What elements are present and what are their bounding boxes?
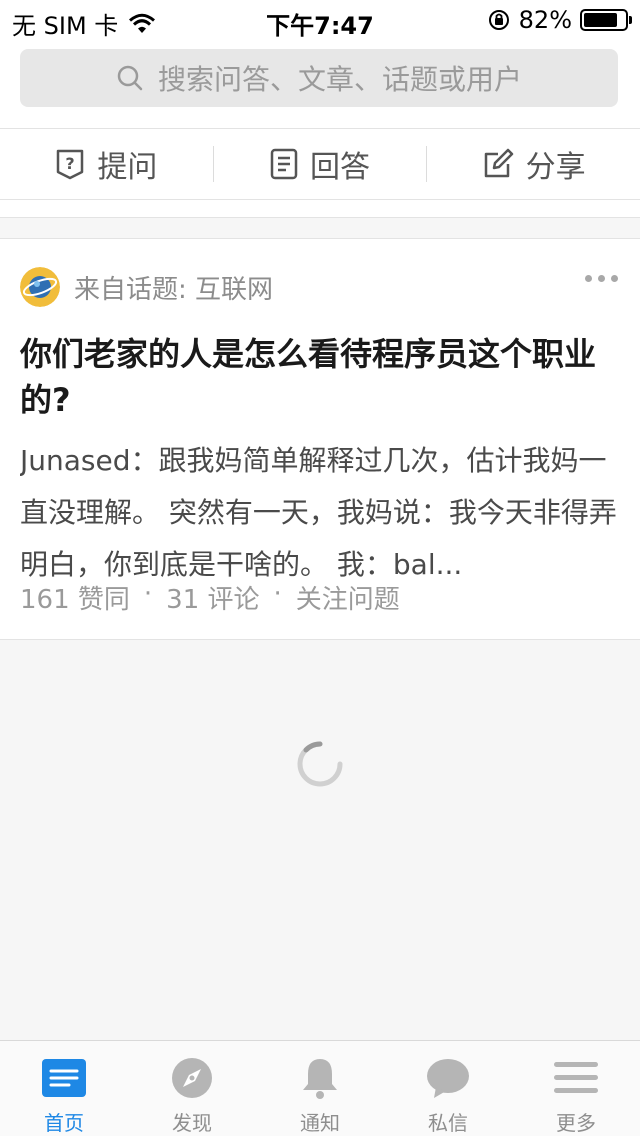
question-icon: ? — [57, 149, 84, 180]
battery-percent: 82% — [518, 6, 572, 34]
globe-topic-icon — [20, 267, 60, 307]
likes-count: 161 赞同 — [20, 585, 130, 615]
answer-excerpt-text: Junased：跟我妈简单解释过几次，估计我妈一直没理解。 突然有一天，我妈说：… — [20, 444, 617, 581]
tab-discover[interactable]: 发现 — [128, 1041, 256, 1136]
question-title[interactable]: 你们老家的人是怎么看待程序员这个职业的? — [20, 331, 620, 423]
compass-icon — [169, 1055, 215, 1101]
tab-more[interactable]: 更多 — [512, 1041, 640, 1136]
topic-avatar — [20, 267, 60, 307]
meta-dot: · — [273, 579, 282, 609]
loading-spinner-icon — [297, 741, 343, 787]
tab-messages-label: 私信 — [428, 1111, 468, 1135]
meta-dot: · — [143, 579, 153, 609]
bell-icon — [297, 1055, 343, 1101]
action-bar: ? 提问 回答 分享 — [0, 128, 640, 200]
answer-label: 回答 — [310, 150, 370, 185]
tab-more-label: 更多 — [556, 1111, 596, 1135]
battery-icon — [580, 9, 632, 31]
search-header: 搜索问答、文章、话题或用户 — [0, 40, 640, 128]
answer-excerpt[interactable]: Junased：跟我妈简单解释过几次，估计我妈一直没理解。 突然有一天，我妈说：… — [20, 435, 620, 591]
divider-strip — [0, 200, 640, 218]
document-icon — [270, 148, 298, 180]
tab-notifications[interactable]: 通知 — [256, 1041, 384, 1136]
tab-messages[interactable]: 私信 — [384, 1041, 512, 1136]
edit-icon — [484, 148, 513, 178]
feed-card[interactable]: 来自话题: 互联网 你们老家的人是怎么看待程序员这个职业的? Junased：跟… — [0, 238, 640, 640]
menu-icon — [553, 1055, 599, 1101]
ask-question-button[interactable]: ? 提问 — [0, 129, 213, 199]
tab-notifications-label: 通知 — [300, 1111, 340, 1135]
comments-count[interactable]: 31 评论 — [166, 579, 259, 616]
search-placeholder: 搜索问答、文章、话题或用户 — [157, 63, 522, 96]
tab-discover-label: 发现 — [172, 1111, 212, 1135]
tab-bar: 首页 发现 通知 私信 更多 — [0, 1040, 640, 1136]
svg-text:?: ? — [66, 154, 75, 173]
follow-question-link[interactable]: 关注问题 — [296, 579, 400, 616]
orientation-lock-icon — [488, 10, 509, 30]
status-bar: 无 SIM 卡 下午7:47 82% — [0, 0, 640, 40]
chat-bubble-icon — [425, 1055, 471, 1101]
answer-button[interactable]: 回答 — [214, 129, 427, 199]
share-button[interactable]: 分享 — [427, 129, 640, 199]
topic-label: 来自话题: 互联网 — [74, 274, 274, 305]
search-input[interactable]: 搜索问答、文章、话题或用户 — [20, 49, 618, 107]
ask-question-label: 提问 — [97, 150, 158, 185]
topic-source[interactable]: 来自话题: 互联网 — [20, 267, 273, 307]
screen: 无 SIM 卡 下午7:47 82% 搜索问答、文章、话题或用户 ? 提问 回答… — [0, 0, 640, 1136]
tab-home-label: 首页 — [44, 1111, 84, 1135]
share-label: 分享 — [525, 150, 586, 185]
card-meta: 161 赞同 · 31 评论 · 关注问题 — [20, 579, 400, 616]
search-icon — [117, 65, 143, 91]
more-options-icon[interactable] — [585, 275, 618, 282]
home-feed-icon — [41, 1055, 87, 1101]
tab-home[interactable]: 首页 — [0, 1041, 128, 1136]
